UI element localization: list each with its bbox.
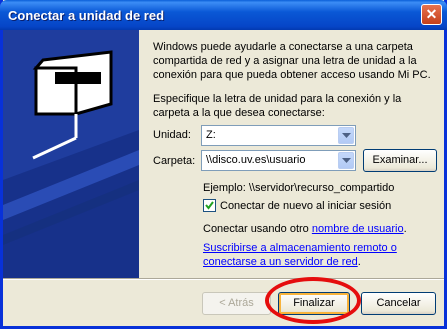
red-highlight-circle: [265, 277, 361, 324]
drive-icon: [32, 50, 113, 160]
specify-line-1: Especifique la letra de unidad para la c…: [153, 93, 402, 105]
reconnect-checkbox[interactable]: [203, 199, 216, 212]
button-separator: [3, 278, 444, 280]
other-user-suffix: .: [403, 223, 407, 235]
drive-label: Unidad:: [153, 129, 191, 141]
intro-line-1: Windows puede ayudarle a conectarse a un…: [153, 41, 413, 53]
title-bar[interactable]: Conectar a unidad de red ✕: [0, 0, 447, 30]
specify-line-2: carpeta a la que desea conectarse:: [153, 107, 325, 119]
other-user-line: Conectar usando otro nombre de usuario.: [203, 222, 407, 236]
wizard-side-panel: [3, 30, 139, 278]
cancel-button[interactable]: Cancelar: [361, 292, 436, 315]
close-button[interactable]: ✕: [421, 4, 442, 25]
folder-combobox[interactable]: \\disco.uv.es\usuario: [201, 150, 356, 171]
intro-line-3: conexión para que pueda obtener acceso u…: [153, 69, 431, 81]
user-name-link[interactable]: nombre de usuario: [312, 223, 404, 235]
storage-link-1[interactable]: Suscribirse a almacenamiento remoto o: [203, 242, 397, 254]
browse-button[interactable]: Examinar...: [363, 149, 437, 172]
window-title: Conectar a unidad de red: [8, 8, 165, 23]
folder-label: Carpeta:: [153, 155, 196, 167]
wizard-content: Windows puede ayudarle a conectarse a un…: [139, 30, 444, 278]
network-drive-illustration: [3, 50, 139, 278]
drive-select[interactable]: Z:: [201, 125, 356, 146]
storage-link-line-1[interactable]: Suscribirse a almacenamiento remoto o: [203, 241, 397, 255]
back-button[interactable]: < Atrás: [202, 292, 271, 315]
chevron-down-icon[interactable]: [338, 127, 354, 144]
drive-value: Z:: [206, 129, 216, 141]
folder-value: \\disco.uv.es\usuario: [206, 154, 306, 166]
chevron-down-icon[interactable]: [338, 152, 354, 169]
storage-link-line-2[interactable]: conectarse a un servidor de red.: [203, 255, 361, 269]
other-user-prefix: Conectar usando otro: [203, 223, 312, 235]
checkmark-icon: [205, 201, 214, 210]
intro-line-2: compartida de red y a asignar una letra …: [153, 55, 417, 67]
dialog-window: Conectar a unidad de red ✕ Windows puede…: [0, 0, 447, 329]
example-text: Ejemplo: \\servidor\recurso_compartido: [203, 182, 395, 194]
storage-link-2[interactable]: conectarse a un servidor de red: [203, 256, 358, 268]
storage-suffix: .: [357, 256, 361, 268]
reconnect-label[interactable]: Conectar de nuevo al iniciar sesión: [220, 199, 391, 213]
